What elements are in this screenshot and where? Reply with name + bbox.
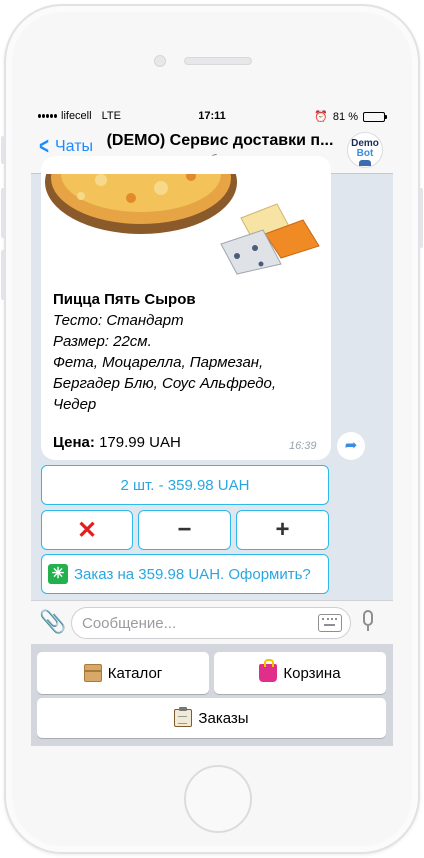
reply-keyboard: Каталог Корзина Заказы	[31, 644, 393, 746]
chevron-left-icon: <	[39, 133, 49, 160]
message-input[interactable]	[71, 607, 351, 639]
price-value: 179.99 UAH	[99, 434, 181, 451]
remove-button[interactable]: ✕	[41, 510, 133, 550]
bot-avatar[interactable]: Demo Bot	[347, 132, 383, 168]
cart-button[interactable]: Корзина	[214, 652, 386, 694]
pizza-photo[interactable]	[41, 174, 331, 282]
paperclip-icon[interactable]: 📎	[39, 609, 66, 635]
catalog-label: Каталог	[107, 664, 163, 682]
battery-icon	[363, 111, 387, 122]
cart-label: Корзина	[283, 664, 341, 682]
back-button[interactable]: < Чаты	[37, 133, 94, 160]
back-label: Чаты	[55, 138, 94, 155]
telegram-screen: lifecell LTE 17:11 ⏰ 81 % < Чаты (DEMO) …	[31, 106, 393, 746]
battery-percent: 81 %	[332, 110, 358, 123]
alarm-icon: ⏰	[314, 111, 328, 123]
robot-icon	[359, 160, 371, 166]
checkout-label: Заказ на 359.98 UAH. Оформить?	[74, 565, 311, 583]
orders-button[interactable]: Заказы	[37, 698, 386, 738]
shopping-bag-icon	[259, 659, 278, 682]
power-button	[419, 188, 423, 248]
product-ingredients: Фета, Моцарелла, Пармезан, Бергадер Блю,…	[53, 354, 277, 413]
status-bar: lifecell LTE 17:11 ⏰ 81 %	[31, 106, 393, 126]
message-input-bar: 📎	[31, 600, 393, 644]
mute-switch	[1, 136, 5, 164]
product-size: Размер: 22см.	[53, 333, 152, 350]
volume-up-button	[1, 188, 5, 238]
chat-title: (DEMO) Сервис доставки п...	[106, 132, 334, 149]
decrease-button[interactable]: −	[138, 510, 231, 550]
product-price: Цена: 179.99 UAH	[53, 434, 181, 451]
pizza-image	[45, 174, 320, 275]
quantity-button[interactable]: 2 шт. - 359.98 UAH	[41, 465, 329, 505]
checkout-button[interactable]: ✳ Заказ на 359.98 UAH. Оформить?	[41, 554, 329, 594]
orders-label: Заказы	[198, 709, 249, 727]
increase-button[interactable]: +	[236, 510, 329, 550]
keyboard-icon[interactable]	[318, 614, 342, 632]
volume-down-button	[1, 250, 5, 300]
status-right: ⏰ 81 %	[314, 110, 387, 123]
box-icon	[83, 664, 102, 682]
earpiece-speaker	[184, 57, 252, 65]
catalog-button[interactable]: Каталог	[37, 652, 209, 694]
product-name: Пицца Пять Сыров	[53, 291, 196, 308]
home-button[interactable]	[184, 765, 252, 833]
clipboard-icon	[174, 707, 193, 727]
eight-spoked-asterisk-icon: ✳	[48, 564, 68, 584]
microphone-icon[interactable]	[361, 610, 375, 631]
share-arrow-icon: ➦	[344, 437, 358, 454]
product-dough: Тесто: Стандарт	[53, 312, 184, 329]
avatar-text-line2: Bot	[356, 148, 374, 159]
message-time: 16:39	[289, 440, 317, 452]
share-button[interactable]: ➦	[337, 432, 365, 460]
product-description: Пицца Пять Сыров Тесто: Стандарт Размер:…	[53, 289, 323, 415]
price-label: Цена:	[53, 434, 95, 451]
front-camera	[154, 55, 166, 67]
